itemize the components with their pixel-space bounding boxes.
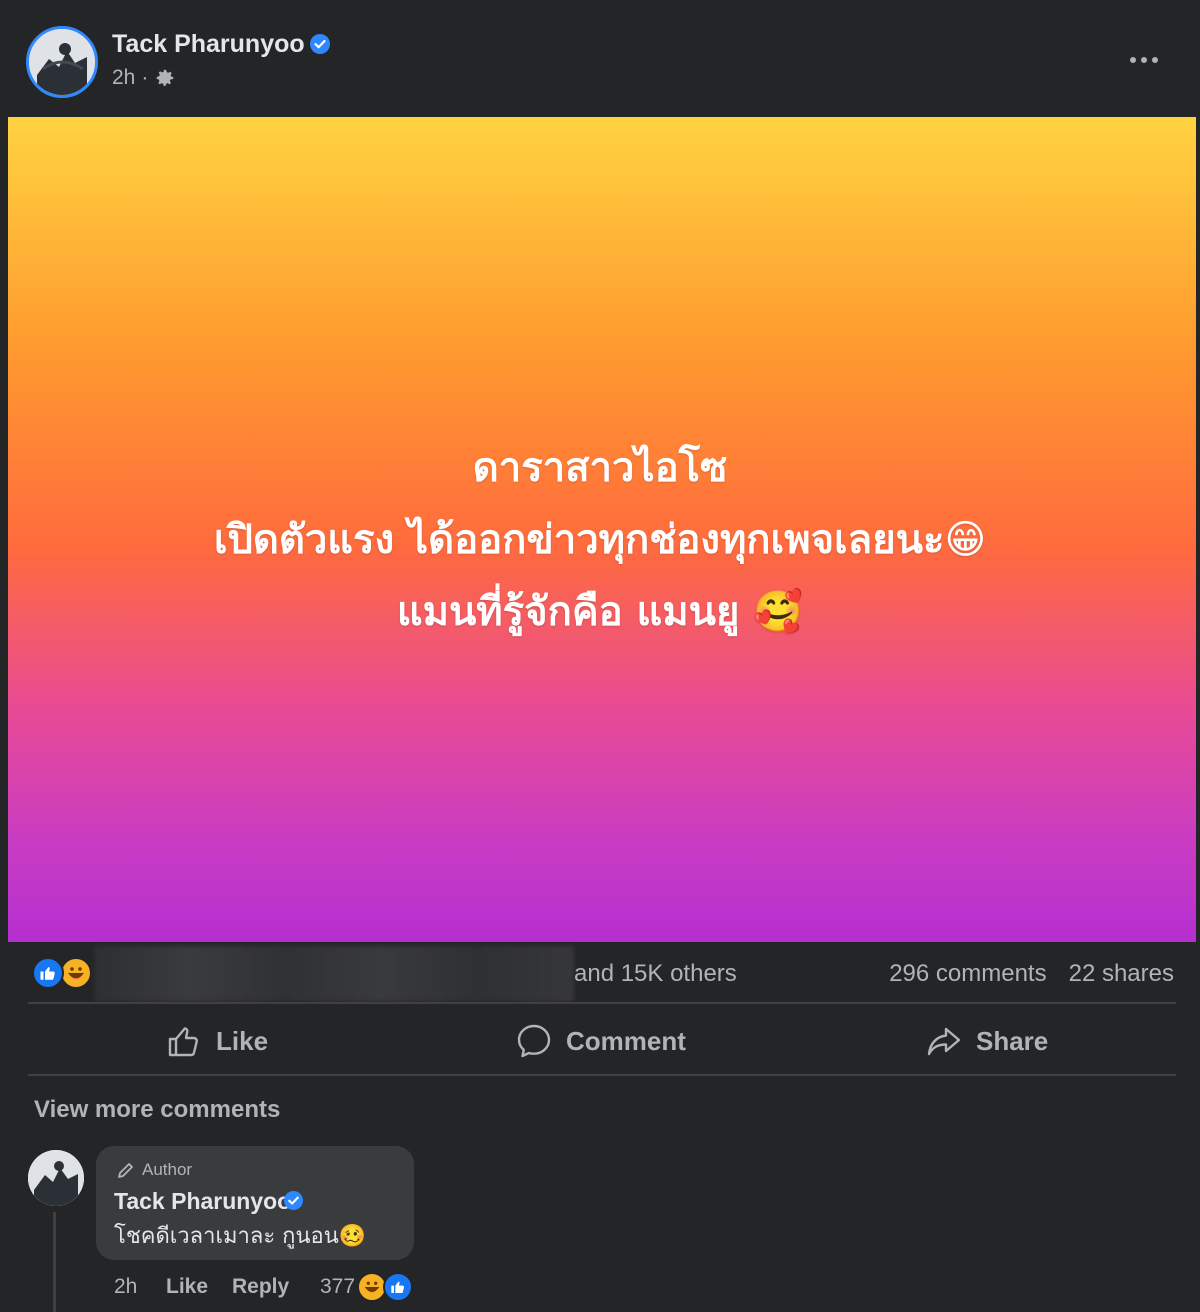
author-avatar[interactable] <box>26 26 98 98</box>
comment-button[interactable]: Comment <box>516 1018 686 1064</box>
pen-icon <box>118 1163 133 1178</box>
share-icon <box>927 1027 961 1056</box>
commenter-avatar[interactable] <box>28 1150 84 1206</box>
comment-like-button[interactable]: Like <box>166 1275 232 1299</box>
author-badge: Author <box>116 1160 192 1180</box>
comment-reaction-count: 377 <box>320 1275 356 1298</box>
comment-reply-button[interactable]: Reply <box>232 1275 320 1299</box>
reaction-icons[interactable] <box>32 957 92 989</box>
comment-text: โชคดีเวลาเมาละ กูนอน🥴 <box>114 1224 367 1249</box>
haha-icon <box>60 957 92 989</box>
divider-bottom <box>28 1074 1176 1076</box>
divider-top <box>28 1002 1176 1004</box>
post-timestamp[interactable]: 2h <box>112 66 135 90</box>
share-button[interactable]: Share <box>926 1018 1048 1064</box>
view-more-comments-link[interactable]: View more comments <box>34 1096 280 1124</box>
meta-separator: · <box>141 66 149 89</box>
post-text: ดาราสาวไอโซ เปิดตัวแรง ได้ออกข่าวทุกช่อง… <box>0 432 1200 648</box>
post-counts: 296 comments 22 shares <box>889 960 1174 988</box>
post-meta: 2h · <box>112 66 176 90</box>
like-label: Like <box>216 1025 269 1056</box>
comment-label: Comment <box>566 1025 686 1056</box>
like-icon <box>32 957 64 989</box>
gear-icon[interactable] <box>154 67 176 89</box>
post-text-line-3: แมนที่รู้จักคือ แมนยู 🥰 <box>396 589 804 635</box>
comments-count[interactable]: 296 comments <box>889 960 1046 988</box>
like-button[interactable]: Like <box>166 1018 268 1064</box>
comment-icon <box>517 1024 551 1058</box>
reaction-summary[interactable]: and 15K others <box>574 960 737 988</box>
thumbs-up-icon <box>168 1027 198 1057</box>
comment-timestamp[interactable]: 2h <box>114 1275 166 1299</box>
author-name[interactable]: Tack Pharunyoo <box>112 30 305 59</box>
comment-actions: 2h Like Reply 377 <box>114 1272 414 1302</box>
post-card: Tack Pharunyoo 2h · ดาราสาวไอโซ เปิดตัวแ… <box>0 0 1200 1312</box>
avatar-image <box>29 29 95 95</box>
post-text-line-1: ดาราสาวไอโซ <box>472 445 728 491</box>
commenter-verified-badge-icon <box>284 1191 303 1210</box>
post-text-line-2: เปิดตัวแรง ได้ออกข่าวทุกช่องทุกเพจเลยนะ😁 <box>213 517 987 563</box>
comment-like-icon <box>383 1272 414 1302</box>
author-badge-label: Author <box>142 1160 193 1179</box>
blurred-names <box>94 946 574 1002</box>
verified-badge-icon <box>310 34 330 54</box>
commenter-name[interactable]: Tack Pharunyoo <box>114 1188 291 1215</box>
share-label: Share <box>976 1025 1049 1056</box>
shares-count[interactable]: 22 shares <box>1069 960 1174 988</box>
more-options-icon[interactable] <box>1124 50 1164 70</box>
commenter-avatar-image <box>28 1150 84 1206</box>
comment-thread-line <box>53 1212 56 1312</box>
comment-reactions[interactable]: 377 <box>320 1272 414 1302</box>
